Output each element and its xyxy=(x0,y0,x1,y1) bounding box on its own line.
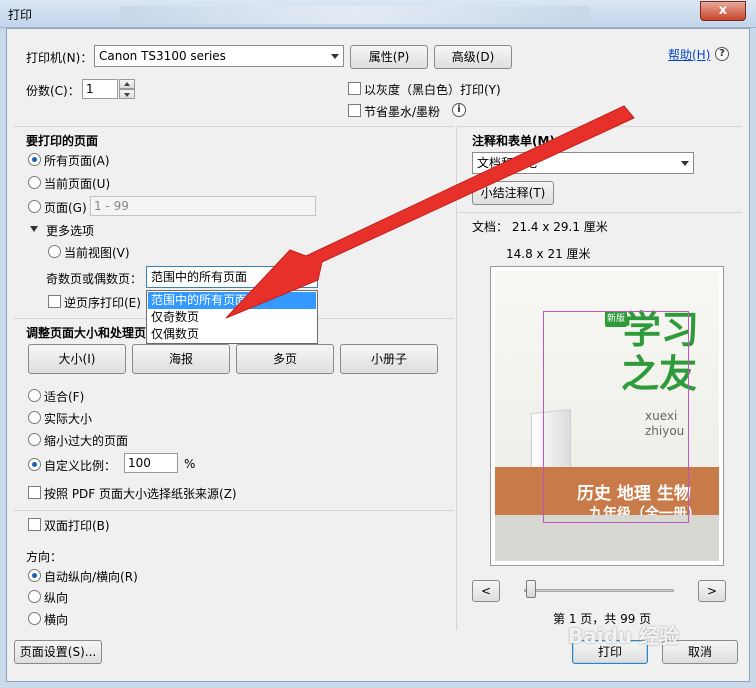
dropdown-option-even[interactable]: 仅偶数页 xyxy=(148,326,316,343)
portrait-radio[interactable] xyxy=(28,590,41,603)
page-range-label: 页面(G) xyxy=(44,201,87,215)
close-button[interactable]: x xyxy=(700,1,746,21)
odd-even-label: 奇数页或偶数页： xyxy=(46,272,143,286)
all-pages-radio[interactable] xyxy=(28,153,41,166)
collapse-triangle-icon[interactable] xyxy=(30,226,38,232)
window-title: 打印 xyxy=(8,8,33,22)
print-preview: 新版 学习 之友 xuexi zhiyou 历史 地理 生物 九年级（全一册） xyxy=(490,266,724,566)
landscape-radio[interactable] xyxy=(28,612,41,625)
custom-scale-label: 自定义比例： xyxy=(44,459,117,473)
pdf-paper-checkbox[interactable] xyxy=(28,486,41,499)
comments-select-value: 文档和标记 xyxy=(477,156,538,170)
orientation-title: 方向： xyxy=(26,550,63,564)
save-ink-checkbox[interactable] xyxy=(348,104,361,117)
shrink-radio[interactable] xyxy=(28,433,41,446)
duplex-checkbox[interactable] xyxy=(28,518,41,531)
divider xyxy=(458,126,742,127)
percent-label: % xyxy=(184,457,196,471)
next-page-button[interactable]: > xyxy=(698,580,726,602)
odd-even-select-value: 范围中的所有页面 xyxy=(151,270,248,284)
info-icon[interactable]: i xyxy=(452,103,466,117)
poster-button[interactable]: 海报 xyxy=(132,344,230,374)
odd-even-dropdown: 范围中的所有页面 仅奇数页 仅偶数页 xyxy=(146,290,318,344)
custom-scale-radio[interactable] xyxy=(28,458,41,471)
portrait-label: 纵向 xyxy=(44,591,69,605)
all-pages-label: 所有页面(A) xyxy=(44,154,110,168)
title-bar-blur xyxy=(120,6,590,24)
printer-select[interactable]: Canon TS3100 series xyxy=(94,45,344,67)
printer-label: 打印机(N)： xyxy=(26,51,93,65)
multiple-button[interactable]: 多页 xyxy=(236,344,334,374)
comments-section-title: 注释和表单(M) xyxy=(472,134,555,148)
page-range-input[interactable]: 1 - 99 xyxy=(90,196,316,216)
shrink-label: 缩小过大的页面 xyxy=(44,434,129,448)
grayscale-checkbox[interactable] xyxy=(348,82,361,95)
page-slider-track[interactable] xyxy=(524,589,674,592)
current-page-label: 当前页面(U) xyxy=(44,177,111,191)
divider xyxy=(458,212,742,213)
help-link[interactable]: 帮助(H) xyxy=(668,46,710,63)
chevron-down-icon xyxy=(305,275,313,280)
custom-scale-input[interactable]: 100 xyxy=(124,453,178,473)
duplex-label: 双面打印(B) xyxy=(44,519,110,533)
fit-radio[interactable] xyxy=(28,389,41,402)
advanced-button[interactable]: 高级(D) xyxy=(434,45,512,69)
help-icon[interactable]: ? xyxy=(715,47,729,61)
paper-size: 14.8 x 21 厘米 xyxy=(506,247,591,261)
printer-select-value: Canon TS3100 series xyxy=(99,49,226,63)
divider xyxy=(14,126,454,127)
dropdown-option-odd[interactable]: 仅奇数页 xyxy=(148,309,316,326)
copies-down-icon[interactable] xyxy=(119,89,135,99)
grayscale-label: 以灰度（黑白色）打印(Y) xyxy=(364,83,501,97)
page-range-radio[interactable] xyxy=(28,200,41,213)
copies-up-icon[interactable] xyxy=(119,79,135,89)
size-button[interactable]: 大小(I) xyxy=(28,344,126,374)
divider xyxy=(456,126,457,630)
current-page-radio[interactable] xyxy=(28,176,41,189)
dropdown-option-all[interactable]: 范围中的所有页面 xyxy=(148,292,316,309)
save-ink-label: 节省墨水/墨粉 xyxy=(364,105,441,119)
document-size: 文档： 21.4 x 29.1 厘米 xyxy=(472,220,608,234)
paper-frame xyxy=(543,311,689,523)
prev-page-button[interactable]: < xyxy=(472,580,500,602)
current-view-label: 当前视图(V) xyxy=(64,246,130,260)
cover-image: 新版 学习 之友 xuexi zhiyou 历史 地理 生物 九年级（全一册） xyxy=(495,271,719,561)
actual-size-radio[interactable] xyxy=(28,411,41,424)
page-setup-button[interactable]: 页面设置(S)... xyxy=(14,640,102,664)
odd-even-select[interactable]: 范围中的所有页面 xyxy=(146,266,318,288)
pdf-paper-label: 按照 PDF 页面大小选择纸张来源(Z) xyxy=(44,487,237,501)
current-view-radio[interactable] xyxy=(48,245,61,258)
sizing-section-title: 调整页面大小和处理页面 xyxy=(26,326,159,340)
booklet-button[interactable]: 小册子 xyxy=(340,344,438,374)
divider xyxy=(14,510,454,511)
comments-select[interactable]: 文档和标记 xyxy=(472,152,694,174)
properties-button[interactable]: 属性(P) xyxy=(350,45,428,69)
copies-input[interactable]: 1 xyxy=(82,79,118,99)
summarize-comments-button[interactable]: 小结注释(T) xyxy=(472,181,554,205)
auto-orientation-label: 自动纵向/横向(R) xyxy=(44,570,138,584)
chevron-down-icon xyxy=(681,161,689,166)
reverse-checkbox[interactable] xyxy=(48,295,61,308)
more-options-label[interactable]: 更多选项 xyxy=(46,222,94,239)
landscape-label: 横向 xyxy=(44,613,69,627)
fit-label: 适合(F) xyxy=(44,390,85,404)
copies-label: 份数(C)： xyxy=(26,84,80,98)
page-slider-thumb[interactable] xyxy=(526,580,536,598)
actual-size-label: 实际大小 xyxy=(44,412,93,426)
auto-orientation-radio[interactable] xyxy=(28,569,41,582)
pages-section-title: 要打印的页面 xyxy=(26,134,99,148)
chevron-down-icon xyxy=(331,54,339,59)
reverse-label: 逆页序打印(E) xyxy=(64,296,141,310)
watermark: Baidu 经验 xyxy=(568,624,680,648)
